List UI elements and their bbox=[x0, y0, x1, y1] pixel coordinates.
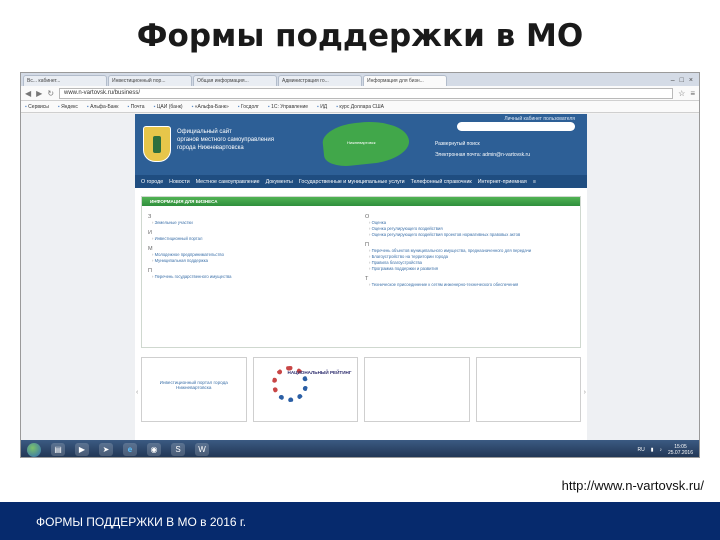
media-icon[interactable]: ▶ bbox=[75, 443, 89, 456]
section-title: ИНФОРМАЦИЯ ДЛЯ БИЗНЕСА bbox=[142, 197, 580, 206]
carousel-next-icon[interactable]: › bbox=[584, 389, 586, 396]
nav-item[interactable]: О городе bbox=[141, 179, 163, 185]
forward-icon[interactable]: ▶ bbox=[36, 89, 42, 98]
city-emblem-icon[interactable] bbox=[143, 126, 171, 162]
investment-portal-banner[interactable]: Инвестиционный портал города Нижневартов… bbox=[141, 357, 247, 422]
clock-date: 25.07.2016 bbox=[667, 449, 693, 456]
site-name-line: города Нижневартовска bbox=[177, 145, 244, 151]
bookmark-item[interactable]: Госдолг bbox=[238, 104, 259, 110]
national-rating-label: НАЦИОНАЛЬНЫЙ РЕЙТИНГ bbox=[287, 370, 352, 375]
list-item[interactable]: Муниципальная поддержка bbox=[148, 258, 357, 264]
nav-item[interactable]: Новости bbox=[169, 179, 190, 185]
nav-item[interactable]: Документы bbox=[266, 179, 293, 185]
nav-menu-icon[interactable]: ≡ bbox=[533, 179, 536, 185]
url-input[interactable]: www.n-vartovsk.ru/business/ bbox=[59, 87, 674, 99]
word-icon[interactable]: W bbox=[195, 443, 209, 456]
nav-item[interactable]: Местное самоуправление bbox=[196, 179, 260, 185]
browser-screenshot: Вс... кабинет... Инвестиционный пор... О… bbox=[20, 72, 700, 458]
language-indicator[interactable]: RU bbox=[637, 447, 644, 453]
explorer-icon[interactable]: ▤ bbox=[51, 443, 65, 456]
email-link[interactable]: Электронная почта: admin@n-vartovsk.ru bbox=[435, 152, 530, 158]
clock[interactable]: 15:05 25.07.2016 bbox=[668, 444, 693, 456]
browser-tab[interactable]: Администрация го... bbox=[278, 75, 362, 86]
left-column: З Земельные участки И Инвестиционный пор… bbox=[148, 210, 357, 288]
windows-taskbar: ▤ ▶ ➤ e ◉ S W RU ▮ ♪ 15:05 25.07.2016 bbox=[21, 440, 699, 457]
maximize-button[interactable]: □ bbox=[680, 77, 684, 84]
minimize-button[interactable]: – bbox=[671, 77, 675, 84]
reload-icon[interactable]: ↻ bbox=[47, 89, 54, 98]
bookmark-item[interactable]: «Альфа-Банк» bbox=[192, 104, 229, 110]
browser-tab-active[interactable]: Информация для бизн... bbox=[363, 75, 447, 86]
banner-slot[interactable] bbox=[475, 357, 581, 422]
bookmark-item[interactable]: Яндекс bbox=[58, 104, 78, 110]
bookmarks-bar: Сервисы Яндекс Альфа-Банк Почта ЦАИ (бан… bbox=[21, 101, 699, 113]
bookmark-item[interactable]: Почта bbox=[128, 104, 145, 110]
bookmark-item[interactable]: курс Доллара США bbox=[336, 104, 384, 110]
banner-slot[interactable] bbox=[364, 357, 470, 422]
rocket-icon[interactable]: ➤ bbox=[99, 443, 113, 456]
nav-item[interactable]: Интернет-приемная bbox=[478, 179, 527, 185]
ie-icon[interactable]: e bbox=[123, 443, 137, 456]
back-icon[interactable]: ◀ bbox=[25, 89, 31, 98]
web-page: Личный кабинет пользователя Официальный … bbox=[135, 114, 587, 440]
source-url: http://www.n-vartovsk.ru/ bbox=[561, 478, 704, 493]
site-name-line: органов местного самоуправления bbox=[177, 137, 274, 143]
footer-text: ФОРМЫ ПОДДЕРЖКИ В МО в 2016 г. bbox=[36, 515, 247, 529]
nav-item[interactable]: Телефонный справочник bbox=[411, 179, 472, 185]
list-item[interactable]: Техническое присоединение к сетям инжене… bbox=[365, 282, 574, 288]
carousel-prev-icon[interactable]: ‹ bbox=[136, 389, 138, 396]
bookmark-item[interactable]: 1С: Управление bbox=[268, 104, 308, 110]
list-item[interactable]: Перечень государственного имущества bbox=[148, 274, 357, 280]
site-search-input[interactable] bbox=[457, 122, 575, 131]
site-header: Личный кабинет пользователя Официальный … bbox=[135, 114, 587, 175]
list-item[interactable]: Оценка регулирующего воздействия проекто… bbox=[365, 232, 574, 238]
browser-tab[interactable]: Вс... кабинет... bbox=[23, 75, 107, 86]
close-button[interactable]: × bbox=[689, 77, 693, 84]
bookmark-item[interactable]: Сервисы bbox=[25, 104, 49, 110]
browser-tab[interactable]: Инвестиционный пор... bbox=[108, 75, 192, 86]
browser-tab-bar: Вс... кабинет... Инвестиционный пор... О… bbox=[21, 73, 699, 86]
bookmark-item[interactable]: ЦАИ (банк) bbox=[154, 104, 183, 110]
system-tray: RU ▮ ♪ 15:05 25.07.2016 bbox=[637, 444, 699, 456]
window-controls: – □ × bbox=[665, 77, 699, 86]
slide-footer: ФОРМЫ ПОДДЕРЖКИ В МО в 2016 г. bbox=[0, 502, 720, 540]
start-button[interactable] bbox=[27, 442, 41, 457]
site-name-line: Официальный сайт bbox=[177, 129, 232, 135]
main-nav: О городе Новости Местное самоуправление … bbox=[135, 175, 587, 188]
map-label: Нижневартовск bbox=[347, 140, 376, 145]
right-column: О Оценка Оценка регулирующего воздействи… bbox=[365, 210, 574, 288]
skype-icon[interactable]: S bbox=[171, 443, 185, 456]
advanced-search-link[interactable]: Развернутый поиск bbox=[435, 141, 480, 147]
slide-title: Формы поддержки в МО bbox=[136, 18, 584, 54]
network-icon[interactable]: ▮ bbox=[651, 447, 654, 453]
list-item[interactable]: Инвестиционный портал bbox=[148, 236, 357, 242]
volume-icon[interactable]: ♪ bbox=[659, 447, 662, 453]
chrome-icon[interactable]: ◉ bbox=[147, 443, 161, 456]
site-name[interactable]: Официальный сайт органов местного самоуп… bbox=[177, 128, 297, 152]
bookmark-item[interactable]: Альфа-Банк bbox=[87, 104, 118, 110]
business-info-section: ИНФОРМАЦИЯ ДЛЯ БИЗНЕСА З Земельные участ… bbox=[141, 196, 581, 348]
star-icon[interactable]: ☆ bbox=[678, 89, 685, 98]
list-item[interactable]: Земельные участки bbox=[148, 220, 357, 226]
bookmark-item[interactable]: ИД bbox=[317, 104, 327, 110]
browser-viewport: Личный кабинет пользователя Официальный … bbox=[21, 114, 699, 440]
address-bar: ◀ ▶ ↻ www.n-vartovsk.ru/business/ ☆ ≡ bbox=[21, 86, 699, 101]
national-rating-banner[interactable]: НАЦИОНАЛЬНЫЙ РЕЙТИНГ bbox=[252, 357, 358, 422]
list-item[interactable]: Программа поддержки и развития bbox=[365, 266, 574, 272]
browser-tab[interactable]: Общая информация... bbox=[193, 75, 277, 86]
menu-icon[interactable]: ≡ bbox=[690, 89, 695, 98]
banner-carousel: Инвестиционный портал города Нижневартов… bbox=[141, 357, 581, 422]
nav-item[interactable]: Государственные и муниципальные услуги bbox=[299, 179, 405, 185]
